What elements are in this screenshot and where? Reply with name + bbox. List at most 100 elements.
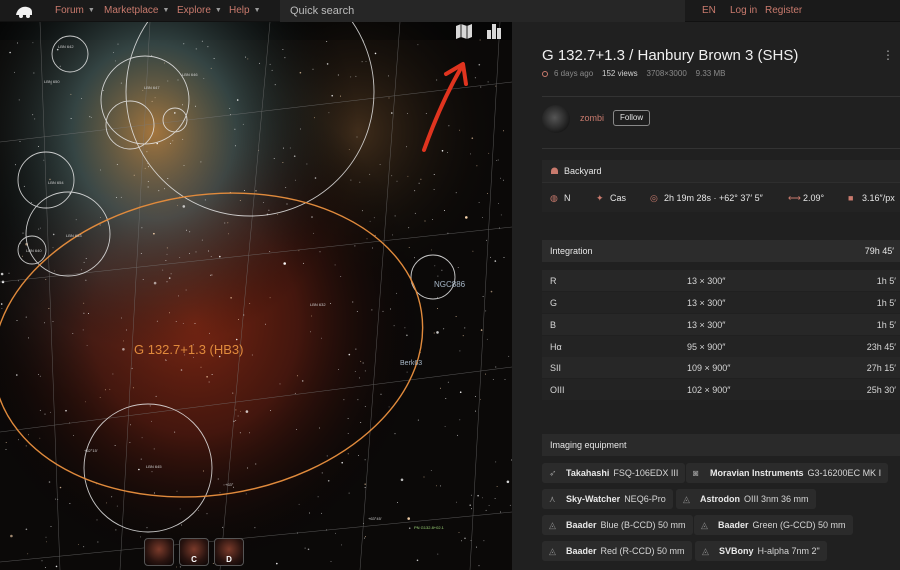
equipment-model: OIII 3nm 36 mm [744,494,809,504]
hemisphere: N [564,193,571,203]
astro-image: LBN 642 LBN 646 LBN 647 LBN 650 LBN 654 … [0,22,512,570]
chevron-down-icon: ▼ [162,7,170,14]
register-link[interactable]: Register [765,5,802,16]
exposure-count: 102 × 900″ [687,385,731,395]
exposure-time: 23h 45′ [866,342,896,352]
annotation-lbn-653: LBN 653 [66,233,82,238]
search-input[interactable] [280,0,685,22]
filter-icon: ◬ [549,520,556,530]
filter-name: SII [550,363,562,373]
equipment-model: FSQ-106EDX III [613,468,679,478]
clock-icon [542,71,548,77]
equipment-model: G3-16200EC MK I [807,468,882,478]
exposure-count: 13 × 300″ [687,298,726,308]
mount-icon: ⋏ [549,494,556,504]
equipment-chip[interactable]: ➶ Takahashi FSQ-106EDX III [542,463,686,483]
equipment-chip[interactable]: ◬ Astrodon OIII 3nm 36 mm [676,489,816,509]
annotation-ngc886: NGC886 [434,280,466,289]
object-label: G 132.7+1.3 (HB3) [134,342,243,357]
annotation-berk63: Berk63 [400,360,422,367]
equipment-chip[interactable]: ◬ Baader Red (R-CCD) 50 mm [542,541,692,561]
exposure-count: 13 × 300″ [687,320,726,330]
revision-thumbnail-c[interactable]: C [179,538,209,566]
divider [542,148,900,149]
login-link[interactable]: Log in [730,5,757,16]
equipment-brand: Baader [566,520,597,530]
constellation: Cas [610,193,627,203]
search-box [280,0,685,22]
equipment-brand: Sky-Watcher [566,494,621,504]
exposure-time: 27h 15′ [866,363,896,373]
chevron-down-icon: ▼ [87,7,95,14]
filter-name: Hα [550,342,562,352]
equipment-brand: Baader [718,520,749,530]
nav-marketplace[interactable]: Marketplace ▼ [104,5,169,16]
image-age: 6 days ago [554,69,594,78]
exposure-time: 1h 5′ [876,298,896,308]
exposure-time: 1h 5′ [876,276,896,286]
filter-icon: ◬ [683,494,690,504]
thumbnail-label: D [226,555,232,564]
revision-thumbnail-d[interactable]: D [214,538,244,566]
revision-thumbnail-original[interactable] [144,538,174,566]
nav-forum[interactable]: Forum ▼ [55,5,95,16]
observatory-icon [551,167,558,174]
follow-button[interactable]: Follow [613,110,651,126]
more-options-icon[interactable]: ⋮ [882,48,894,62]
location-name: Backyard [564,166,602,176]
nav-explore-label: Explore [177,5,211,16]
annotation-lbn-645: LBN 645 [146,464,162,469]
nav-explore[interactable]: Explore ▼ [177,5,222,16]
equipment-model: Blue (B-CCD) 50 mm [600,520,686,530]
image-resolution: 3708×3000 [646,69,687,78]
image-viewer[interactable]: LBN 642 LBN 646 LBN 647 LBN 650 LBN 654 … [0,22,512,570]
equipment-brand: Astrodon [700,494,740,504]
language-selector[interactable]: EN [702,5,716,16]
equipment-chip[interactable]: ◙ Moravian Instruments G3-16200EC MK I [686,463,889,483]
image-meta: 6 days ago 152 views 3708×3000 9.33 MB [542,69,725,78]
globe-icon: ◍ [550,193,558,203]
nav-marketplace-label: Marketplace [104,5,159,16]
filter-icon: ◬ [702,546,709,556]
coordinates: 2h 19m 28s · +62° 37′ 5″ [664,193,763,203]
view-count: 152 views [602,69,638,78]
annotation-lbn-646: LBN 646 [182,72,198,77]
telescope-icon: ➶ [549,468,557,478]
camera-icon: ◙ [693,468,699,478]
annotation-lbn-642: LBN 642 [58,44,74,49]
integration-total: 79h 45′ [864,246,894,256]
fov-icon: ⟷ [788,193,801,203]
filter-icon: ◬ [549,546,556,556]
integration-label: Integration [550,246,593,256]
nav-forum-label: Forum [55,5,84,16]
constellation-icon: ✦ [596,193,604,203]
equipment-brand: Moravian Instruments [710,468,804,478]
annotation-lbn-650: LBN 650 [44,79,60,84]
chevron-down-icon: ▼ [253,7,261,14]
equipment-chip[interactable]: ⋏ Sky-Watcher NEQ6-Pro [542,489,673,509]
equipment-chip[interactable]: ◬ Baader Green (G-CCD) 50 mm [694,515,853,535]
divider [542,96,900,97]
target-icon: ◎ [650,193,658,203]
thumbnail-label: C [191,555,197,564]
top-nav: Forum▼ Marketplace▼ Explore▼ Help▼ EN Lo… [0,0,900,22]
exposure-count: 109 × 900″ [687,363,731,373]
exposure-count: 13 × 300″ [687,276,726,286]
filter-icon: ◬ [701,520,708,530]
table-row: R 13 × 300″ 1h 5′ [542,270,900,291]
table-row: OIII 102 × 900″ 25h 30′ [542,379,900,400]
equipment-chip[interactable]: ◬ Baader Blue (B-CCD) 50 mm [542,515,693,535]
map-icon[interactable] [454,22,474,40]
astrobin-logo-icon[interactable] [14,3,34,19]
histogram-icon[interactable] [484,22,504,40]
nav-help[interactable]: Help ▼ [229,5,261,16]
annotation-lbn-654: LBN 654 [48,180,64,185]
equipment-chip[interactable]: ◬ SVBony H-alpha 7nm 2" [695,541,827,561]
equipment-brand: Baader [566,546,597,556]
field-of-view: 2.09° [803,193,825,203]
username-link[interactable]: zombi [580,113,604,123]
exposure-count: 95 × 900″ [687,342,726,352]
image-details-panel: G 132.7+1.3 / Hanbury Brown 3 (SHS) ⋮ 6 … [512,22,900,570]
avatar[interactable] [542,105,570,133]
coord-label-3: +63°45' [368,516,382,521]
